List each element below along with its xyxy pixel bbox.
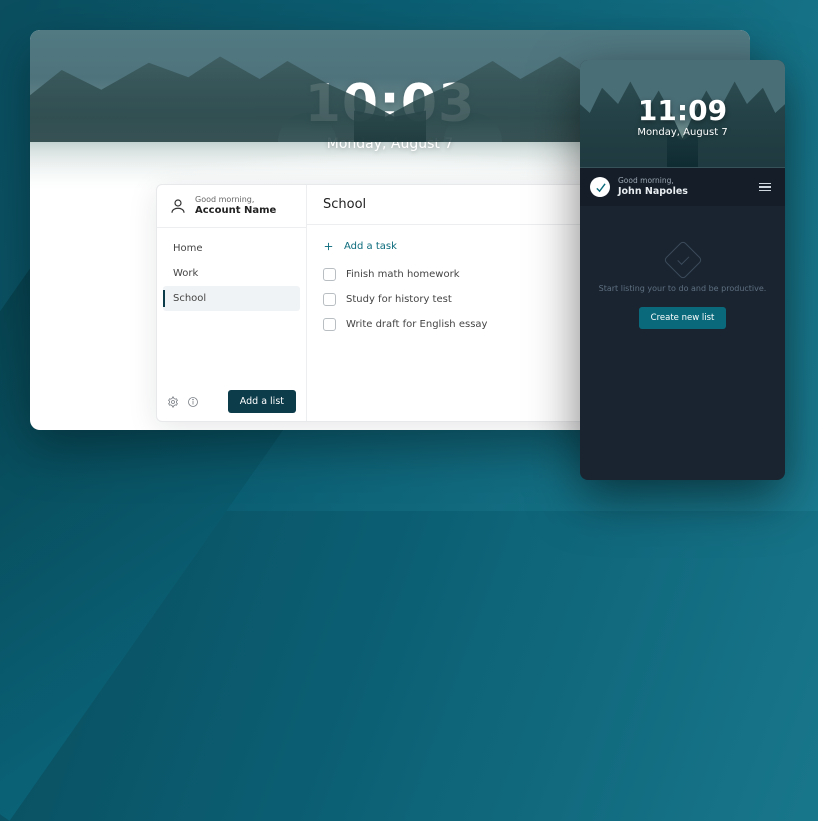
task-title: Finish math homework (346, 269, 460, 280)
sidebar-item-school[interactable]: School (163, 286, 300, 311)
account-header[interactable]: Good morning, Account Name (157, 185, 306, 228)
plus-icon (323, 241, 334, 252)
task-checkbox[interactable] (323, 293, 336, 306)
sidebar-item-home[interactable]: Home (163, 236, 300, 261)
task-checkbox[interactable] (323, 318, 336, 331)
settings-icon[interactable] (167, 396, 179, 408)
empty-state-text: Start listing your to do and be producti… (580, 284, 785, 293)
info-icon[interactable] (187, 396, 199, 408)
mobile-clock: 11:09 (580, 60, 785, 127)
sidebar-footer: Add a list (157, 382, 306, 421)
add-task-label: Add a task (344, 241, 397, 252)
mobile-date: Monday, August 7 (580, 127, 785, 138)
menu-icon[interactable] (755, 179, 775, 195)
mobile-empty-state: Start listing your to do and be producti… (580, 206, 785, 329)
mobile-user-name: John Napoles (618, 186, 688, 197)
mobile-topbar: Good morning, John Napoles (580, 168, 785, 206)
checklist-icon (663, 240, 703, 280)
mobile-window: 11:09 Monday, August 7 Good morning, Joh… (580, 60, 785, 480)
user-icon (169, 197, 187, 215)
greeting-text: Good morning, (195, 196, 276, 205)
task-title: Study for history test (346, 294, 452, 305)
task-title: Write draft for English essay (346, 319, 487, 330)
app-logo-icon (590, 177, 610, 197)
sidebar-lists: Home Work School (157, 228, 306, 382)
add-list-button[interactable]: Add a list (228, 390, 296, 413)
task-checkbox[interactable] (323, 268, 336, 281)
sidebar-item-work[interactable]: Work (163, 261, 300, 286)
mobile-hero: 11:09 Monday, August 7 (580, 60, 785, 168)
sidebar: Good morning, Account Name Home Work Sch… (157, 185, 307, 421)
create-list-button[interactable]: Create new list (639, 307, 727, 329)
account-name: Account Name (195, 205, 276, 216)
mobile-greeting: Good morning, (618, 177, 688, 185)
